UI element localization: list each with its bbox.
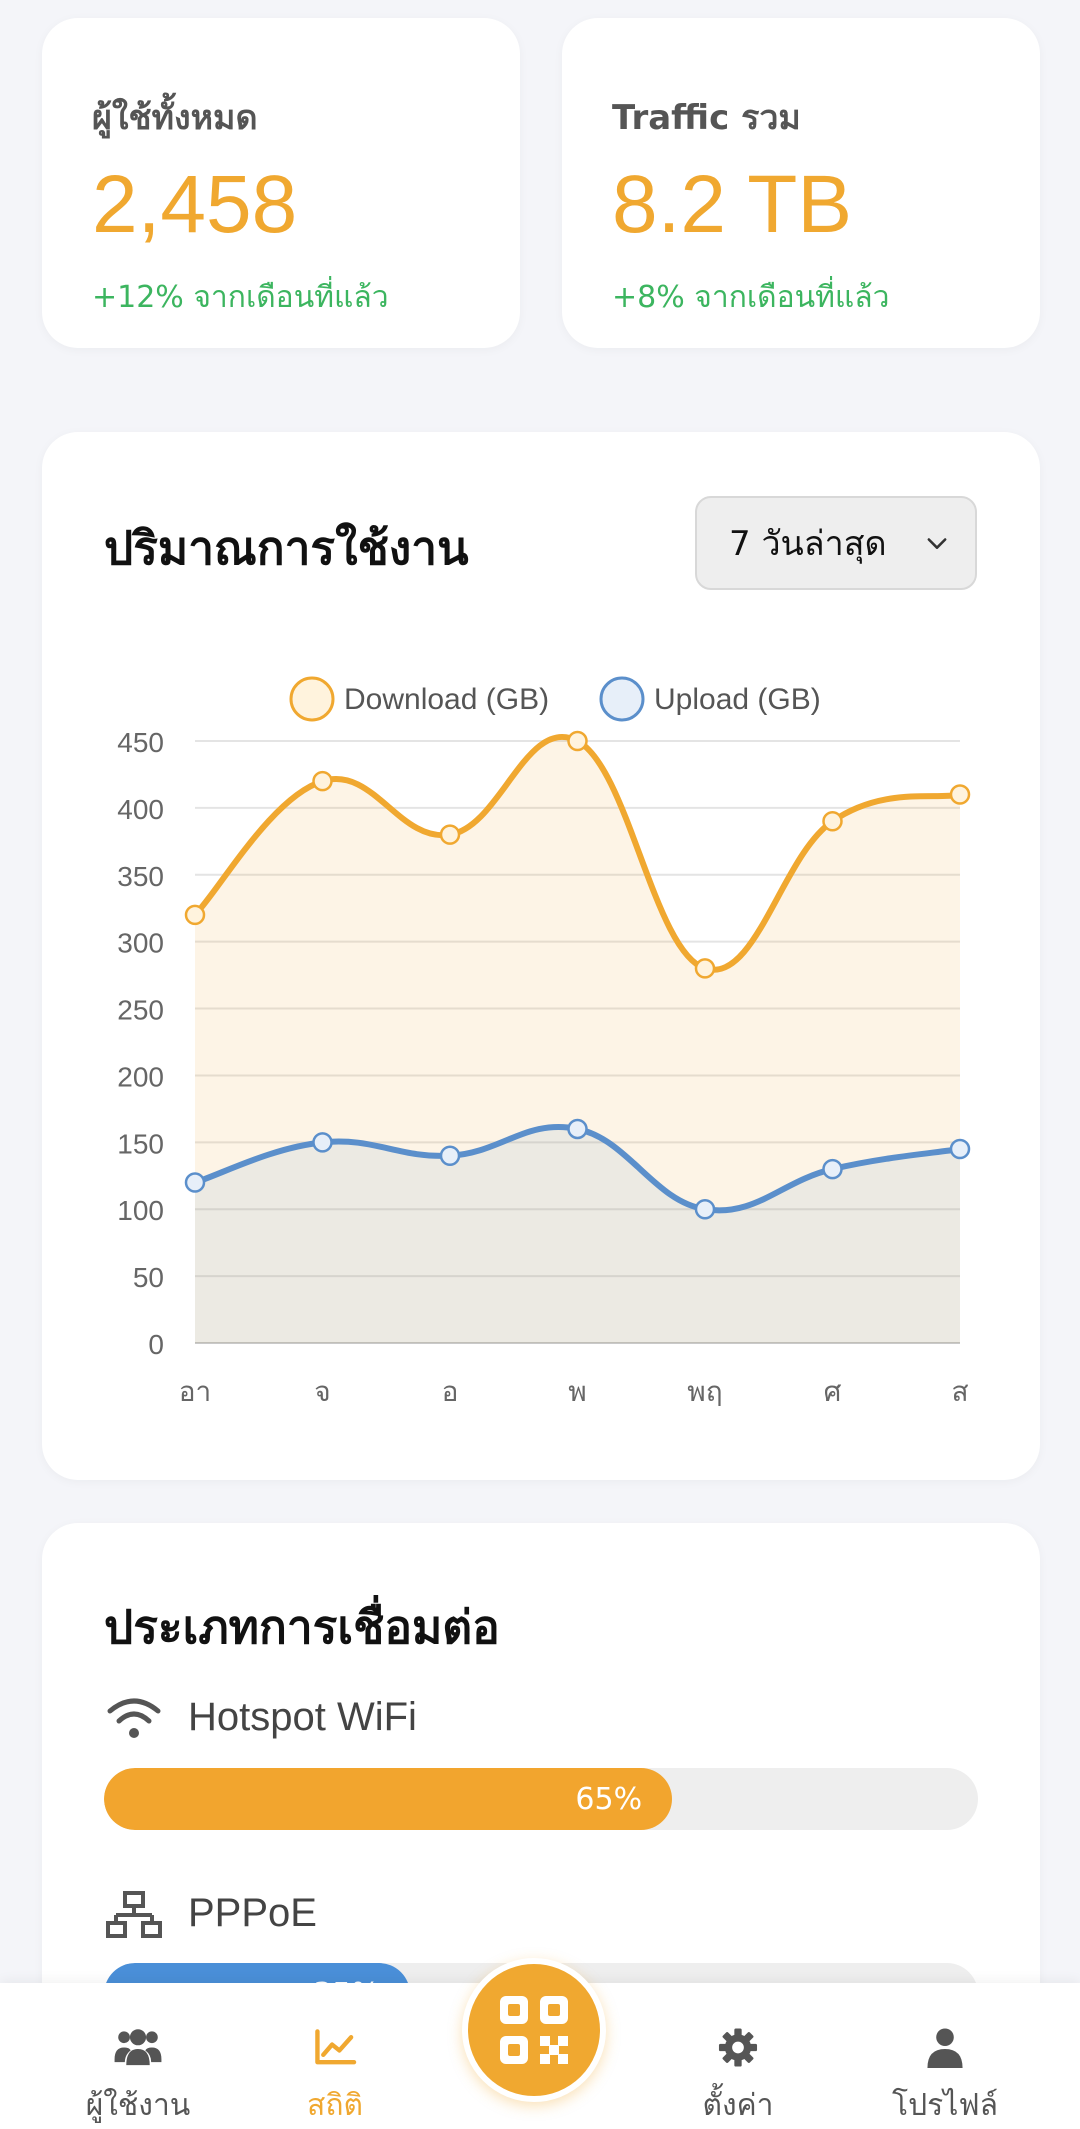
stat-change: +12% จากเดือนที่แล้ว — [92, 280, 389, 315]
connection-label: PPPoE — [188, 1891, 317, 1935]
connection-label: Hotspot WiFi — [188, 1695, 417, 1739]
y-tick-label: 100 — [117, 1195, 164, 1226]
hotspot-progress-bar: 65% — [104, 1768, 978, 1830]
data-point — [439, 1145, 461, 1166]
y-tick-label: 50 — [133, 1262, 164, 1293]
network-icon — [106, 1891, 162, 1938]
data-point — [312, 770, 333, 792]
stat-value: 2,458 — [92, 159, 298, 250]
stat-change: +8% จากเดือนที่แล้ว — [612, 280, 890, 315]
data-point — [567, 730, 588, 752]
y-tick-label: 250 — [117, 995, 164, 1026]
nav-label: สถิติ — [307, 2088, 363, 2123]
hotspot-percent: 65% — [575, 1781, 643, 1817]
x-tick-label: ศ — [824, 1375, 842, 1408]
x-tick-label: จ — [314, 1375, 330, 1408]
data-point — [312, 1132, 333, 1153]
legend-marker — [289, 676, 335, 722]
legend-label: Download (GB) — [344, 683, 549, 716]
stat-title: ผู้ใช้ทั้งหมด — [92, 98, 258, 138]
y-tick-label: 300 — [117, 928, 164, 959]
range-select[interactable]: 7 วันล่าสุด — [695, 496, 977, 590]
stat-value: 8.2 TB — [612, 159, 853, 250]
y-tick-label: 200 — [117, 1061, 164, 1092]
nav-item-settings[interactable]: ตั้งค่า — [648, 1983, 828, 2129]
y-tick-label: 150 — [117, 1128, 164, 1159]
range-select-value: 7 วันล่าสุด — [729, 524, 887, 564]
data-point — [949, 784, 971, 805]
nav-item-users[interactable]: ผู้ใช้งาน — [48, 1983, 228, 2129]
qr-scan-button[interactable] — [462, 1958, 606, 2102]
x-tick-label: พ — [568, 1375, 586, 1408]
connection-types-title: ประเภทการเชื่อมต่อ — [104, 1600, 500, 1654]
gear-icon — [718, 2028, 758, 2067]
nav-label: โปรไฟล์ — [892, 2088, 998, 2123]
stat-card-traffic: Traffic รวม 8.2 TB +8% จากเดือนที่แล้ว — [562, 18, 1040, 348]
data-point — [184, 904, 206, 926]
nav-label: ตั้งค่า — [702, 2088, 774, 2123]
profile-icon — [927, 2028, 963, 2068]
data-point — [949, 1138, 971, 1160]
usage-chart-card: 0 50 100 150 200 250 300 350 400 450 อา จ อ พ พฤ ศ ส Down… — [42, 432, 1040, 1480]
data-point — [439, 824, 461, 845]
qr-scan-icon — [500, 1996, 568, 2064]
usage-title: ปริมาณการใช้งาน — [104, 521, 469, 575]
nav-label: ผู้ใช้งาน — [85, 2088, 191, 2123]
users-icon — [114, 2029, 162, 2066]
x-tick-label: ส — [951, 1375, 968, 1408]
legend-label: Upload (GB) — [654, 683, 821, 716]
x-tick-label: อา — [179, 1375, 212, 1408]
nav-item-stats[interactable]: สถิติ — [245, 1983, 425, 2129]
hotspot-progress-fill: 65% — [104, 1768, 673, 1830]
x-tick-label: พฤ — [687, 1375, 722, 1408]
data-point — [694, 958, 716, 979]
stat-card-users: ผู้ใช้ทั้งหมด 2,458 +12% จากเดือนที่แล้ว — [42, 18, 520, 348]
wifi-icon — [107, 1698, 161, 1738]
data-point — [567, 1118, 588, 1140]
y-tick-label: 400 — [117, 794, 164, 825]
x-tick-label: อ — [442, 1375, 459, 1408]
y-tick-label: 0 — [148, 1329, 164, 1360]
chart-icon — [315, 2029, 357, 2065]
data-point — [694, 1198, 716, 1220]
legend-marker — [599, 676, 645, 722]
data-point — [822, 811, 843, 832]
chevron-down-icon — [927, 538, 947, 549]
y-tick-label: 350 — [117, 861, 164, 892]
data-point — [822, 1158, 843, 1180]
data-point — [184, 1172, 206, 1193]
y-tick-label: 450 — [117, 727, 164, 758]
stat-title: Traffic รวม — [612, 98, 801, 138]
nav-item-profile[interactable]: โปรไฟล์ — [855, 1983, 1035, 2129]
